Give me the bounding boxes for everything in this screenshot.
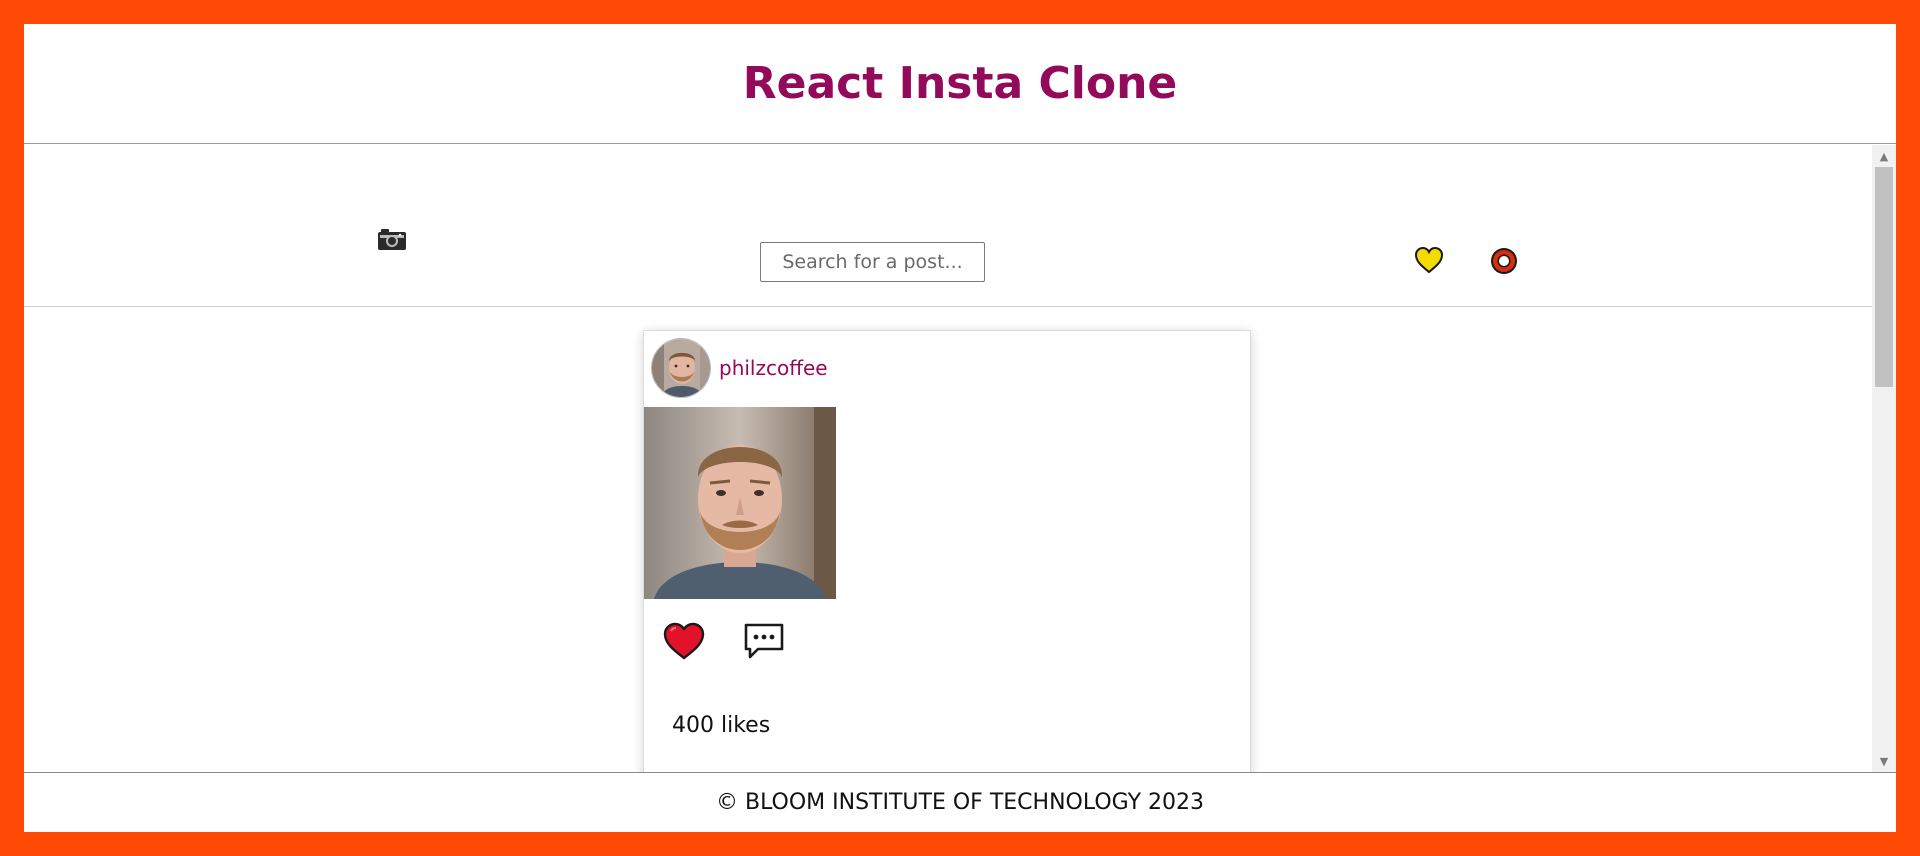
- post-image[interactable]: [644, 407, 836, 599]
- post-photo: [644, 407, 836, 599]
- app-title: React Insta Clone: [742, 58, 1178, 109]
- avatar-image: [652, 339, 710, 397]
- avatar[interactable]: [651, 338, 711, 398]
- post-card: philzcoffee 400 likes: [643, 330, 1251, 772]
- heart-outline-icon[interactable]: [1414, 246, 1444, 274]
- heart-icon[interactable]: [662, 621, 706, 661]
- footer-copyright: © BLOOM INSTITUTE OF TECHNOLOGY 2023: [715, 790, 1205, 815]
- app-footer: © BLOOM INSTITUTE OF TECHNOLOGY 2023: [24, 772, 1896, 832]
- post-header: philzcoffee: [651, 338, 828, 398]
- likes-count: 400 likes: [672, 713, 771, 738]
- scroll-up-arrow-icon[interactable]: ▲: [1872, 145, 1896, 167]
- camera-icon[interactable]: [377, 227, 407, 251]
- scroll-down-arrow-icon[interactable]: ▼: [1872, 750, 1896, 772]
- post-username[interactable]: philzcoffee: [719, 356, 828, 380]
- comment-bubble-icon[interactable]: [742, 621, 786, 661]
- vertical-scrollbar[interactable]: ▲ ▼: [1872, 145, 1896, 772]
- app-frame: React Insta Clone Search for a post... p…: [24, 24, 1896, 832]
- app-header: React Insta Clone: [24, 24, 1896, 144]
- search-bar: [24, 145, 1872, 307]
- circle-icon[interactable]: [1489, 246, 1519, 276]
- search-input[interactable]: [760, 242, 985, 282]
- content-area: philzcoffee: [24, 145, 1896, 772]
- scroll-thumb[interactable]: [1875, 167, 1893, 387]
